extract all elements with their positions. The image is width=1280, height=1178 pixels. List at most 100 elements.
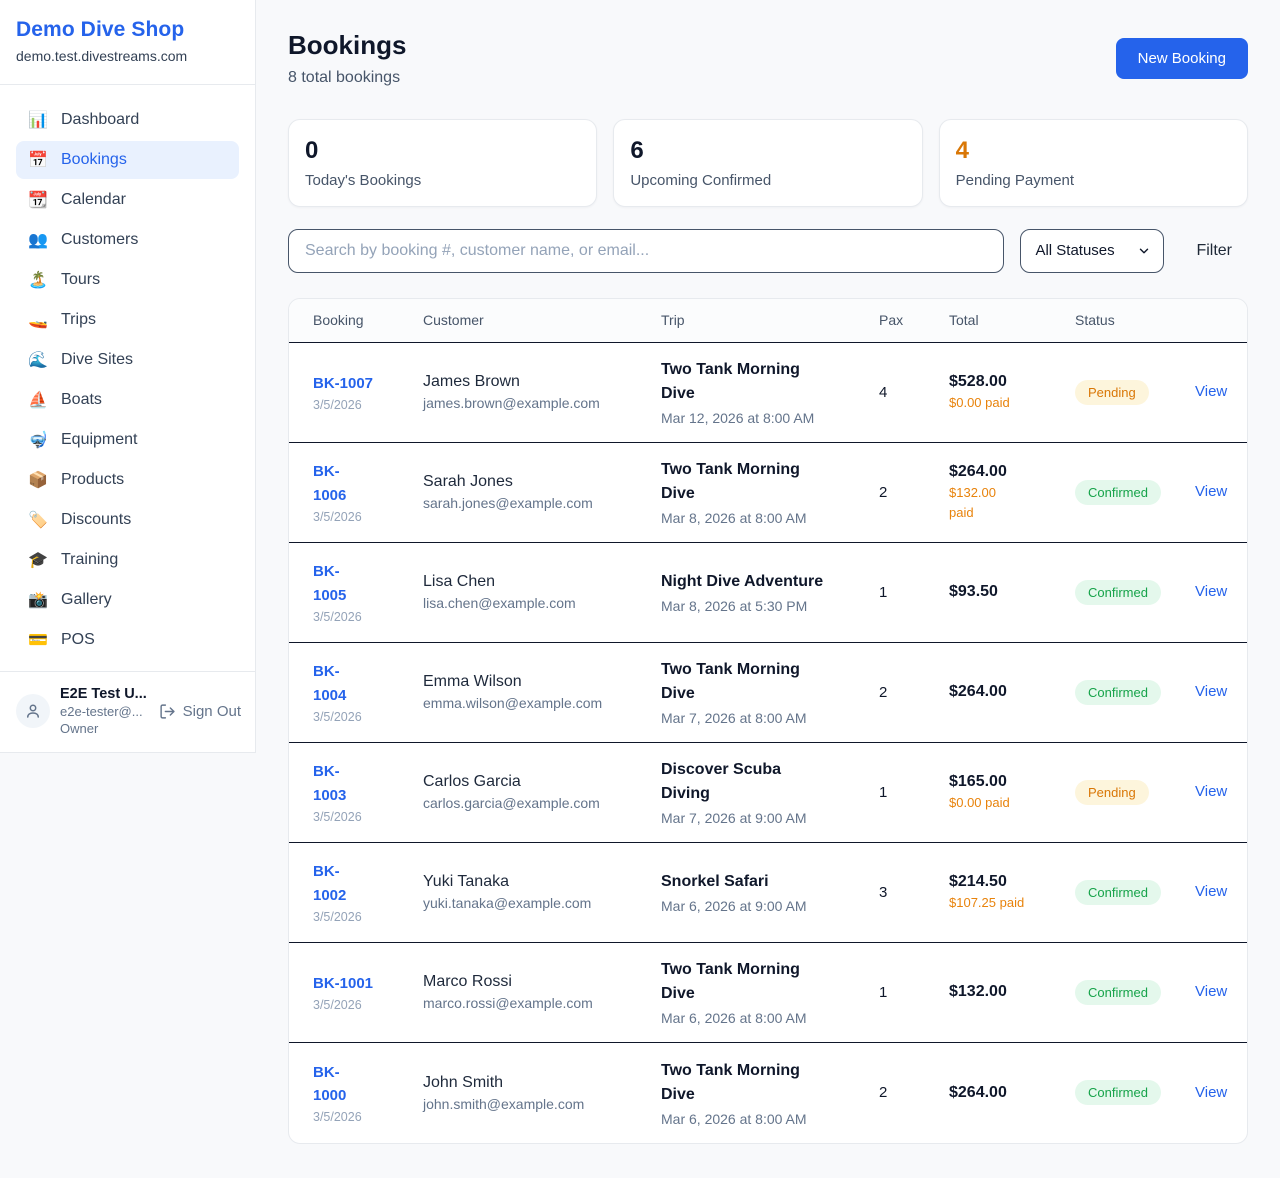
booking-id: BK-1001 xyxy=(313,972,423,995)
column-header-total: Total xyxy=(949,312,1075,328)
trip-name: Two Tank MorningDive xyxy=(661,458,879,506)
new-booking-button[interactable]: New Booking xyxy=(1116,38,1248,79)
sidebar-item-boats[interactable]: ⛵ Boats xyxy=(16,381,239,419)
sidebar-item-pos[interactable]: 💳 POS xyxy=(16,621,239,659)
paid-amount-line2: paid xyxy=(949,504,1075,522)
booking-id-link[interactable]: BK-1004 xyxy=(313,660,423,707)
customer-email: lisa.chen@example.com xyxy=(423,595,661,611)
total-amount: $528.00 xyxy=(949,373,1075,391)
sidebar-item-dashboard[interactable]: 📊 Dashboard xyxy=(16,101,239,139)
table-row: BK-1000 3/5/2026 John Smith john.smith@e… xyxy=(289,1043,1247,1143)
trip-name: Night Dive Adventure xyxy=(661,570,879,594)
booking-cell: BK-1007 3/5/2026 xyxy=(313,372,423,412)
view-link[interactable]: View xyxy=(1195,1084,1227,1101)
sidebar-item-dive-sites[interactable]: 🌊 Dive Sites xyxy=(16,341,239,379)
total-amount: $264.00 xyxy=(949,683,1075,701)
booking-date: 3/5/2026 xyxy=(313,510,423,524)
sign-out-button[interactable]: Sign Out xyxy=(159,703,241,720)
shop-domain: demo.test.divestreams.com xyxy=(16,48,239,64)
view-link[interactable]: View xyxy=(1195,383,1227,400)
trip-name-line2: Diving xyxy=(661,782,879,806)
sidebar: Demo Dive Shop demo.test.divestreams.com… xyxy=(0,0,256,753)
table-row: BK-1005 3/5/2026 Lisa Chen lisa.chen@exa… xyxy=(289,543,1247,643)
trip-datetime: Mar 8, 2026 at 8:00 AM xyxy=(661,510,879,526)
sidebar-item-discounts[interactable]: 🏷️ Discounts xyxy=(16,501,239,539)
total-amount: $93.50 xyxy=(949,583,1075,601)
sidebar-item-equipment[interactable]: 🤿 Equipment xyxy=(16,421,239,459)
total-cell: $528.00 $0.00 paid xyxy=(949,373,1075,412)
bookings-table: Booking Customer Trip Pax Total Status B… xyxy=(288,298,1248,1144)
booking-cell: BK-1000 3/5/2026 xyxy=(313,1061,423,1125)
sidebar-item-gallery[interactable]: 📸 Gallery xyxy=(16,581,239,619)
stat-value: 0 xyxy=(305,137,580,165)
sidebar-item-label: Calendar xyxy=(61,191,126,209)
view-link[interactable]: View xyxy=(1195,883,1227,900)
sidebar-item-trips[interactable]: 🚤 Trips xyxy=(16,301,239,339)
view-link[interactable]: View xyxy=(1195,783,1227,800)
customer-name: Yuki Tanaka xyxy=(423,873,661,891)
booking-id-link[interactable]: BK-1001 xyxy=(313,972,423,995)
trip-datetime: Mar 7, 2026 at 8:00 AM xyxy=(661,710,879,726)
total-cell: $165.00 $0.00 paid xyxy=(949,773,1075,812)
stat-label: Pending Payment xyxy=(956,172,1231,189)
booking-id-link[interactable]: BK-1003 xyxy=(313,760,423,807)
view-link[interactable]: View xyxy=(1195,983,1227,1000)
search-input[interactable] xyxy=(288,229,1004,273)
view-link[interactable]: View xyxy=(1195,583,1227,600)
bookings-icon: 📅 xyxy=(28,150,48,170)
pax-value: 2 xyxy=(879,684,949,701)
pax-value: 1 xyxy=(879,784,949,801)
trip-name-line1: Discover Scuba xyxy=(661,758,879,782)
booking-id-link[interactable]: BK-1007 xyxy=(313,372,423,395)
sidebar-item-tours[interactable]: 🏝️ Tours xyxy=(16,261,239,299)
booking-id-link[interactable]: BK-1000 xyxy=(313,1061,423,1108)
status-cell: Pending xyxy=(1075,780,1195,805)
customer-name: Emma Wilson xyxy=(423,673,661,691)
actions-cell: View xyxy=(1195,983,1227,1001)
table-row: BK-1001 3/5/2026 Marco Rossi marco.rossi… xyxy=(289,943,1247,1043)
user-role: Owner xyxy=(60,721,149,736)
view-link[interactable]: View xyxy=(1195,683,1227,700)
status-badge: Confirmed xyxy=(1075,580,1161,605)
booking-id-link[interactable]: BK-1006 xyxy=(313,460,423,507)
training-icon: 🎓 xyxy=(28,550,48,570)
booking-id: BK- xyxy=(313,860,423,883)
total-cell: $214.50 $107.25 paid xyxy=(949,873,1075,912)
sidebar-item-label: Training xyxy=(61,551,118,569)
pax-value: 1 xyxy=(879,584,949,601)
booking-id-line2: 1006 xyxy=(313,484,423,507)
trip-cell: Night Dive Adventure Mar 8, 2026 at 5:30… xyxy=(661,570,879,614)
sign-out-icon xyxy=(159,703,176,720)
trip-cell: Two Tank MorningDive Mar 7, 2026 at 8:00… xyxy=(661,658,879,726)
actions-cell: View xyxy=(1195,583,1227,601)
calendar-icon: 📆 xyxy=(28,190,48,210)
customer-cell: James Brown james.brown@example.com xyxy=(423,373,661,411)
customer-email: john.smith@example.com xyxy=(423,1096,661,1112)
trip-cell: Two Tank MorningDive Mar 6, 2026 at 8:00… xyxy=(661,1059,879,1127)
trip-cell: Two Tank MorningDive Mar 12, 2026 at 8:0… xyxy=(661,358,879,426)
booking-id-link[interactable]: BK-1005 xyxy=(313,560,423,607)
sidebar-item-calendar[interactable]: 📆 Calendar xyxy=(16,181,239,219)
sidebar-item-label: Gallery xyxy=(61,591,112,609)
sidebar-item-training[interactable]: 🎓 Training xyxy=(16,541,239,579)
equipment-icon: 🤿 xyxy=(28,430,48,450)
booking-id-link[interactable]: BK-1002 xyxy=(313,860,423,907)
stat-card-upcoming-confirmed: 6 Upcoming Confirmed xyxy=(613,119,922,207)
stats-row: 0 Today's Bookings 6 Upcoming Confirmed … xyxy=(288,119,1248,207)
booking-id: BK- xyxy=(313,660,423,683)
filter-button[interactable]: Filter xyxy=(1180,242,1248,260)
sidebar-item-bookings[interactable]: 📅 Bookings xyxy=(16,141,239,179)
status-filter-select[interactable]: All Statuses xyxy=(1020,229,1164,273)
stat-label: Today's Bookings xyxy=(305,172,580,189)
main-content: Bookings 8 total bookings New Booking 0 … xyxy=(256,0,1280,1178)
trips-icon: 🚤 xyxy=(28,310,48,330)
view-link[interactable]: View xyxy=(1195,483,1227,500)
actions-cell: View xyxy=(1195,883,1227,901)
sidebar-item-products[interactable]: 📦 Products xyxy=(16,461,239,499)
sidebar-item-customers[interactable]: 👥 Customers xyxy=(16,221,239,259)
pax-value: 4 xyxy=(879,384,949,401)
booking-cell: BK-1002 3/5/2026 xyxy=(313,860,423,924)
chevron-down-icon xyxy=(1137,244,1151,258)
actions-cell: View xyxy=(1195,783,1227,801)
user-icon xyxy=(24,702,42,720)
